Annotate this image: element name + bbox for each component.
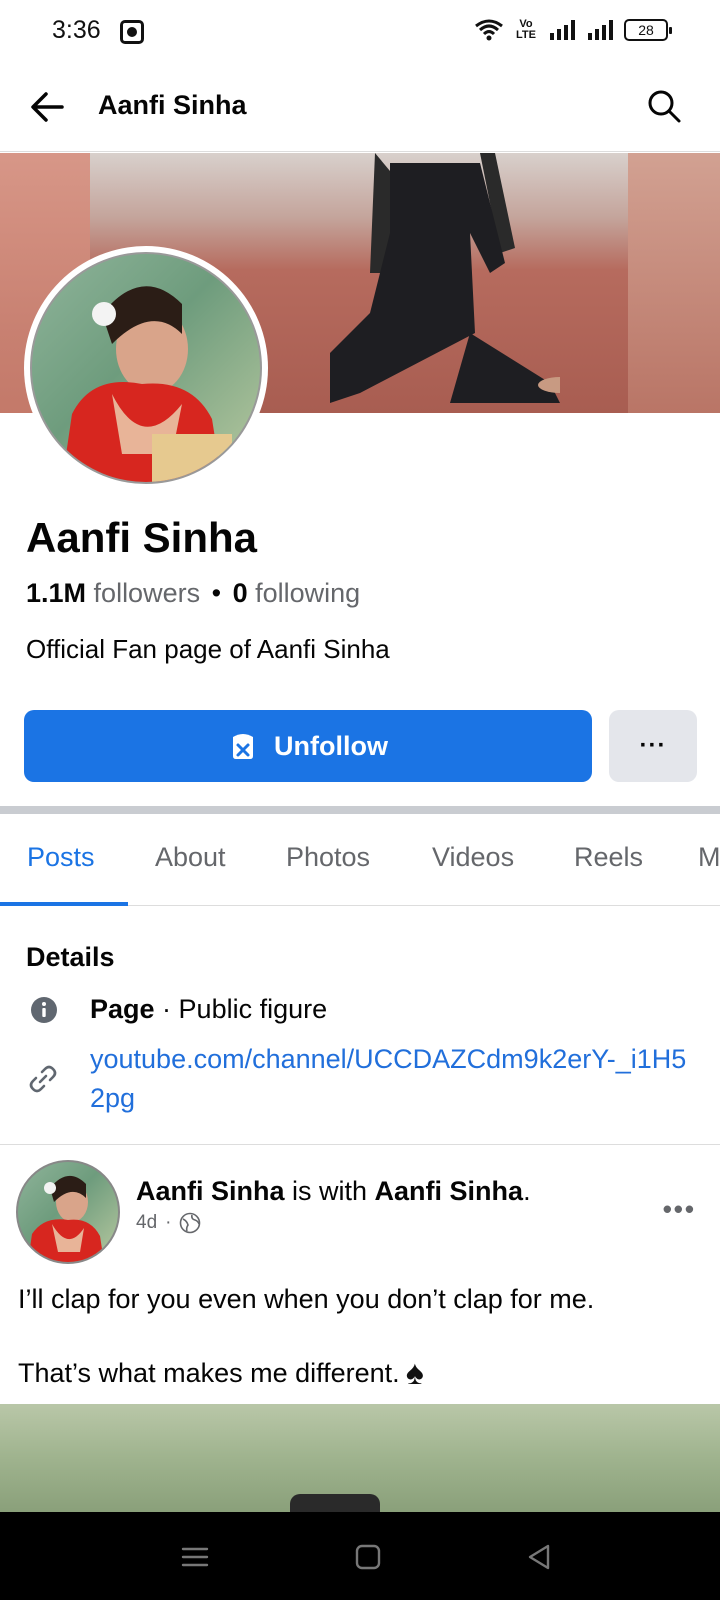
- profile-tabs: Posts About Photos Videos Reels M: [0, 814, 720, 906]
- page-label: Page: [90, 994, 155, 1024]
- post-time[interactable]: 4d: [136, 1212, 157, 1234]
- post-more-button[interactable]: •••: [663, 1194, 696, 1225]
- page-category-text: · Public figure: [154, 994, 328, 1024]
- status-bar: 3:36 Vo LTE 28: [0, 0, 720, 64]
- tab-more[interactable]: M: [698, 842, 720, 873]
- post-text-line-2-text: That’s what makes me different.: [18, 1358, 400, 1388]
- tab-posts[interactable]: Posts: [27, 842, 95, 873]
- unfollow-icon: [233, 734, 253, 759]
- cover-person-figure: [330, 153, 560, 403]
- post-with-text: is with: [284, 1176, 375, 1206]
- info-icon: [31, 997, 57, 1023]
- following-label[interactable]: following: [255, 578, 360, 608]
- post-meta: 4d ·: [136, 1212, 201, 1234]
- battery-icon: 28: [624, 19, 672, 41]
- followers-count[interactable]: 1.1M: [26, 578, 86, 608]
- more-options-button[interactable]: ···: [609, 710, 697, 782]
- post-header: Aanfi Sinha is with Aanfi Sinha.: [136, 1176, 531, 1207]
- section-divider-2: [0, 1144, 720, 1145]
- section-divider: [0, 806, 720, 814]
- follow-stats: 1.1M followers • 0 following: [26, 578, 360, 609]
- arrow-left-icon[interactable]: [26, 86, 68, 128]
- signal-icon-2: [588, 20, 613, 40]
- home-icon[interactable]: [353, 1542, 383, 1572]
- menu-icon[interactable]: [180, 1542, 210, 1572]
- unfollow-button[interactable]: Unfollow: [24, 710, 592, 782]
- tab-reels[interactable]: Reels: [574, 842, 643, 873]
- unfollow-label: Unfollow: [274, 730, 388, 761]
- status-icons: Vo LTE 28: [474, 18, 672, 42]
- youtube-link[interactable]: youtube.com/channel/UCCDAZCdm9k2erY-_i1H…: [90, 1040, 690, 1118]
- volte-label: Vo LTE: [516, 18, 536, 41]
- post-meta-dot: ·: [165, 1212, 172, 1233]
- following-count[interactable]: 0: [233, 578, 248, 608]
- followers-label[interactable]: followers: [94, 578, 201, 608]
- post-author[interactable]: Aanfi Sinha: [136, 1176, 285, 1206]
- page-category: Page · Public figure: [90, 994, 327, 1025]
- app-header: Aanfi Sinha: [0, 64, 720, 152]
- header-title: Aanfi Sinha: [98, 90, 247, 120]
- wifi-icon: [475, 19, 503, 41]
- post-author-avatar[interactable]: [16, 1160, 120, 1264]
- spade-emoji: ♠: [405, 1354, 424, 1392]
- system-nav-bar: [0, 1512, 720, 1600]
- post-tagged[interactable]: Aanfi Sinha: [375, 1176, 524, 1206]
- post-period: .: [523, 1176, 531, 1206]
- active-tab-indicator: [0, 902, 128, 906]
- post-text-line-1: I’ll clap for you even when you don’t cl…: [18, 1284, 595, 1314]
- link-icon: [29, 1065, 57, 1093]
- status-time: 3:36: [52, 16, 101, 44]
- profile-avatar[interactable]: [24, 246, 268, 490]
- tab-about[interactable]: About: [155, 842, 226, 873]
- signal-icon: [550, 20, 575, 40]
- profile-bio: Official Fan page of Aanfi Sinha: [26, 634, 390, 664]
- tab-photos[interactable]: Photos: [286, 842, 370, 873]
- back-triangle-icon[interactable]: [524, 1542, 554, 1572]
- post-text-line-2: That’s what makes me different. ♠: [18, 1354, 424, 1393]
- details-title: Details: [26, 942, 115, 972]
- post-image[interactable]: [0, 1404, 720, 1512]
- screen-record-icon: [120, 20, 144, 44]
- profile-name: Aanfi Sinha: [26, 514, 258, 561]
- stats-separator: •: [211, 578, 222, 608]
- tab-videos[interactable]: Videos: [432, 842, 514, 873]
- post-avatar-image: [28, 1175, 104, 1262]
- search-icon[interactable]: [644, 86, 684, 126]
- globe-icon: [180, 1212, 201, 1234]
- avatar-image: [62, 286, 232, 482]
